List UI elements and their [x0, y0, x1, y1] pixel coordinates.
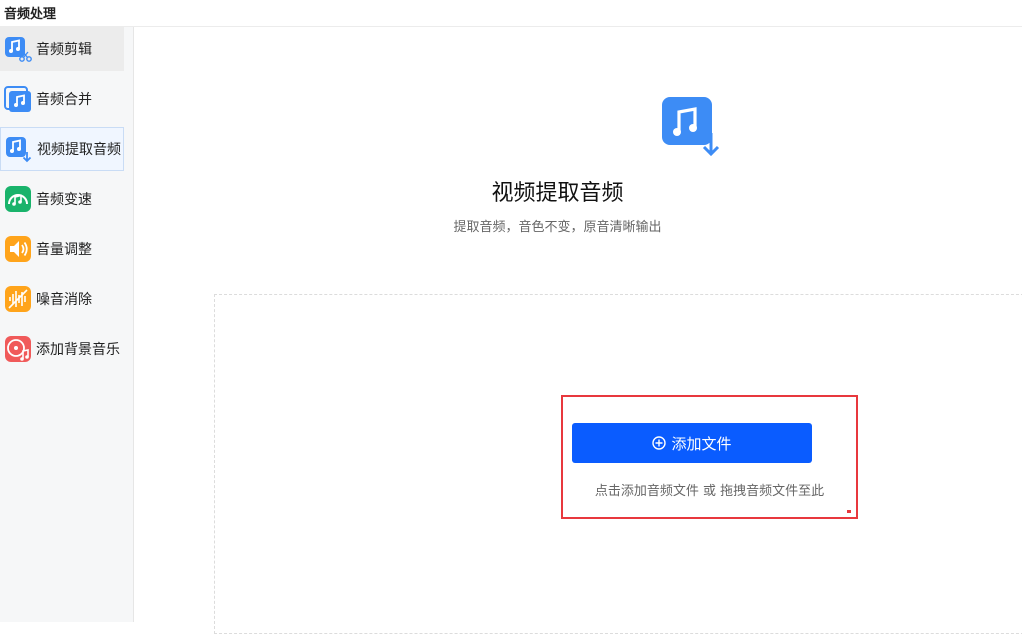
sidebar-item-label: 音量调整 — [36, 242, 92, 258]
volume-icon — [4, 235, 32, 263]
sidebar-item-audio-cut[interactable]: 音频剪辑 — [0, 27, 124, 71]
add-file-label: 添加文件 — [671, 434, 732, 453]
sidebar-item-label: 音频剪辑 — [36, 42, 92, 58]
sidebar-item-label: 视频提取音频 — [37, 142, 121, 158]
sidebar-item-video-extract-audio[interactable]: 视频提取音频 — [0, 127, 124, 171]
disc-music-icon — [4, 335, 32, 363]
sidebar-item-audio-merge[interactable]: 音频合并 — [0, 77, 124, 121]
sidebar-item-label: 噪音消除 — [36, 292, 92, 308]
plus-circle-icon — [652, 436, 667, 450]
drop-hint: 点击添加音频文件 或 拖拽音频文件至此 — [594, 484, 825, 499]
audio-extract-icon — [5, 135, 33, 163]
sidebar-item-noise-removal[interactable]: 噪音消除 — [0, 277, 124, 321]
main-panel: 视频提取音频 提取音频，音色不变，原音清晰输出 添加文件 点击添加音频文件 或 … — [135, 27, 1022, 634]
sidebar-item-add-bgm[interactable]: 添加背景音乐 — [0, 327, 124, 371]
app-title: 音频处理 — [4, 7, 57, 22]
audio-merge-icon — [4, 85, 32, 113]
page-title: 视频提取音频 — [491, 181, 624, 206]
page-subtitle: 提取音频，音色不变，原音清晰输出 — [453, 220, 662, 235]
audio-extract-icon — [662, 97, 724, 157]
title-bar: 音频处理 — [0, 0, 1022, 27]
highlight-marker — [847, 510, 851, 513]
sidebar-item-label: 音频合并 — [36, 92, 92, 108]
sidebar: 音频剪辑 音频合并 视频提取音频 音频变速 音量调整 噪音消除 添加背景音乐 — [0, 27, 134, 622]
add-file-button[interactable]: 添加文件 — [572, 423, 812, 463]
noise-wave-icon — [4, 285, 32, 313]
sidebar-item-label: 添加背景音乐 — [36, 342, 120, 358]
audio-cut-icon — [4, 35, 32, 63]
